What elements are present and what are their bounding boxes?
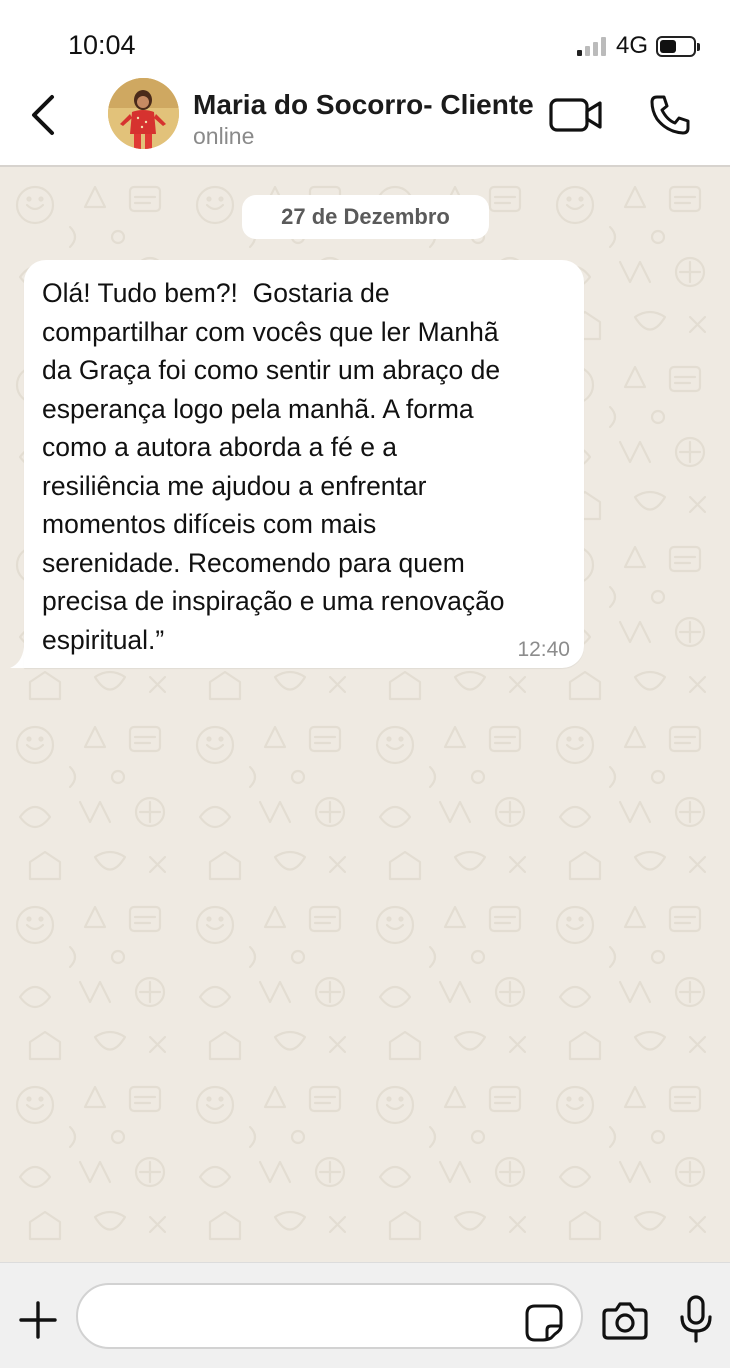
- status-indicators: 4G: [576, 32, 700, 60]
- message-text: Olá! Tudo bem?! Gostaria de compartilhar…: [42, 278, 505, 655]
- microphone-icon: [680, 1295, 712, 1343]
- voice-call-button[interactable]: [646, 91, 694, 139]
- back-button[interactable]: [22, 91, 64, 139]
- battery-icon: [656, 35, 700, 57]
- chevron-left-icon: [32, 95, 54, 135]
- network-type: 4G: [615, 32, 648, 59]
- camera-icon: [602, 1302, 648, 1340]
- camera-button[interactable]: [600, 1295, 650, 1345]
- message-input[interactable]: [98, 1297, 518, 1337]
- message-input-box[interactable]: [76, 1283, 583, 1349]
- microphone-button[interactable]: [674, 1292, 718, 1346]
- video-camera-icon: [549, 98, 602, 132]
- avatar[interactable]: [108, 78, 179, 149]
- video-call-button[interactable]: [548, 93, 604, 137]
- message-time: 12:40: [517, 638, 570, 661]
- contact-status: online: [193, 123, 255, 149]
- message-bubble-incoming[interactable]: Olá! Tudo bem?! Gostaria de compartilhar…: [24, 260, 584, 668]
- contact-name[interactable]: Maria do Socorro- Cliente: [193, 89, 534, 121]
- attach-button[interactable]: [16, 1298, 60, 1342]
- sticker-icon: [525, 1304, 563, 1342]
- signal-icon: [576, 36, 606, 56]
- chat-area[interactable]: 27 de Dezembro Olá! Tudo bem?! Gostaria …: [0, 167, 730, 1262]
- date-separator: 27 de Dezembro: [242, 195, 489, 239]
- avatar-image: [108, 78, 179, 149]
- status-bar: 10:04 4G: [0, 0, 730, 75]
- phone-icon: [650, 95, 690, 135]
- chat-header: Maria do Socorro- Cliente online: [0, 75, 730, 167]
- status-time: 10:04: [68, 30, 136, 60]
- sticker-button[interactable]: [522, 1301, 566, 1345]
- plus-icon: [19, 1301, 57, 1339]
